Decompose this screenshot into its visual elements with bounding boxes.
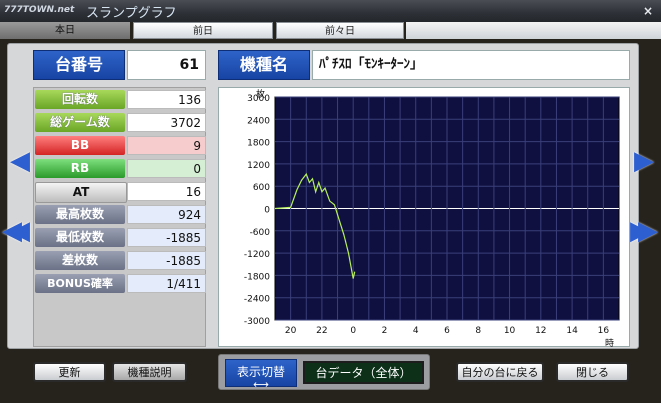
window-title: スランプグラフ (86, 6, 177, 21)
x-tick-label: 14 (566, 326, 578, 336)
y-tick-label: 2400 (247, 116, 270, 126)
stat-value: 3702 (127, 113, 206, 132)
prev-machine-arrow-icon[interactable]: ◀ (10, 148, 30, 174)
stat-label: RB (35, 159, 125, 178)
stat-value: 1/411 (127, 274, 206, 293)
stat-value: 136 (127, 90, 206, 109)
stat-label: 差枚数 (35, 251, 125, 270)
y-axis-unit: 枚 (256, 88, 265, 100)
stat-value: -1885 (127, 228, 206, 247)
model-name-value: ﾊﾟﾁｽﾛ「ﾓﾝｷｰﾀｰﾝ」 (312, 50, 630, 80)
y-tick-label: -3000 (244, 317, 270, 327)
machine-number-label: 台番号 (33, 50, 125, 80)
first-machine-arrow-icon[interactable]: ◀◀ (2, 218, 30, 244)
stat-row-min-coins: 最低枚数 -1885 (33, 227, 206, 248)
stat-label: 最高枚数 (35, 205, 125, 224)
model-description-button[interactable]: 機種説明 (112, 362, 187, 382)
stat-value: -1885 (127, 251, 206, 270)
x-tick-label: 12 (535, 326, 546, 336)
back-to-my-machine-button[interactable]: 自分の台に戻る (456, 362, 544, 382)
x-axis-unit: 時 (605, 338, 614, 347)
tab-day-before[interactable]: 前々日 (276, 22, 404, 39)
y-tick-label: -1200 (244, 250, 270, 260)
brand-logo: 777TOWN.net (4, 5, 75, 15)
stat-row-spins: 回転数 136 (33, 89, 206, 110)
stat-label: 最低枚数 (35, 228, 125, 247)
display-toggle-button[interactable]: 表示切替 ⟷ (225, 359, 297, 391)
x-tick-label: 16 (598, 326, 610, 336)
stat-label: BB (35, 136, 125, 155)
stat-row-bb: BB 9 (33, 135, 206, 156)
y-tick-label: -1800 (244, 272, 270, 282)
x-tick-label: 0 (350, 326, 356, 336)
x-tick-label: 4 (413, 326, 419, 336)
x-tick-label: 22 (316, 326, 327, 336)
model-name-label: 機種名 (218, 50, 310, 80)
stat-row-at: AT 16 (33, 181, 206, 203)
y-tick-label: 0 (264, 206, 270, 216)
update-button[interactable]: 更新 (33, 362, 106, 382)
stat-row-bonus-rate: BONUS確率 1/411 (33, 273, 206, 294)
x-tick-label: 20 (285, 326, 297, 336)
x-tick-label: 10 (504, 326, 516, 336)
stat-value: 0 (127, 159, 206, 178)
x-tick-label: 6 (444, 326, 450, 336)
y-tick-label: 1200 (247, 161, 270, 171)
close-button[interactable]: 閉じる (556, 362, 629, 382)
stat-row-max-coins: 最高枚数 924 (33, 204, 206, 225)
y-tick-label: 1800 (247, 139, 270, 149)
stat-value: 16 (127, 182, 206, 201)
stat-value: 9 (127, 136, 206, 155)
window-close-button[interactable]: × (640, 3, 656, 19)
machine-data-all-button[interactable]: 台データ（全体） (303, 361, 424, 384)
stat-label: AT (35, 182, 127, 203)
stat-row-total-games: 総ゲーム数 3702 (33, 112, 206, 133)
y-tick-label: -2400 (244, 295, 270, 305)
swap-arrow-icon: ⟷ (253, 378, 269, 391)
stat-row-rb: RB 0 (33, 158, 206, 179)
last-machine-arrow-icon[interactable]: ▶▶ (630, 218, 658, 244)
y-tick-label: -600 (250, 228, 271, 238)
y-tick-label: 600 (253, 183, 270, 193)
x-tick-label: 2 (382, 326, 388, 336)
next-machine-arrow-icon[interactable]: ▶ (634, 148, 654, 174)
stat-label: BONUS確率 (35, 274, 125, 293)
tab-yesterday[interactable]: 前日 (133, 22, 273, 39)
stat-label: 回転数 (35, 90, 125, 109)
stat-row-diff-coins: 差枚数 -1885 (33, 250, 206, 271)
tab-bar-fill (406, 22, 661, 39)
machine-number-value: 61 (127, 50, 206, 80)
stat-value: 924 (127, 205, 206, 224)
x-tick-label: 8 (475, 326, 481, 336)
slump-graph: 30002400180012006000-600-1200-1800-2400-… (244, 88, 620, 347)
stat-label: 総ゲーム数 (35, 113, 125, 132)
tab-today[interactable]: 本日 (0, 22, 130, 39)
